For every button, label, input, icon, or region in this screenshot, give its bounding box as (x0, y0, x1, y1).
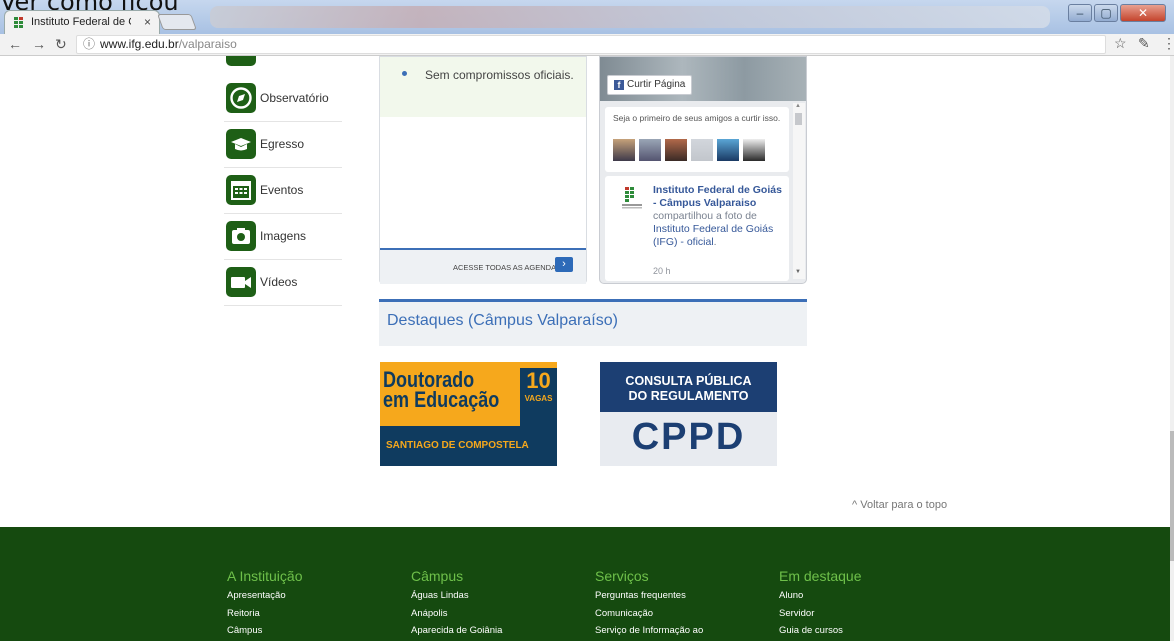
footer-link[interactable]: Serviço de Informação ao (595, 622, 703, 640)
sidebar-item-partial[interactable] (226, 56, 256, 66)
avatar[interactable] (717, 139, 739, 161)
sidebar-item-label: Imagens (260, 229, 307, 243)
avatar[interactable] (639, 139, 661, 161)
bullet-icon (402, 71, 407, 76)
facebook-icon: f (614, 80, 624, 90)
cover-photo: f Curtir Página (600, 57, 806, 101)
url-input[interactable]: ⓘ www.ifg.edu.br/valparaiso (76, 35, 1106, 54)
sidebar-item-imagens[interactable]: Imagens (224, 214, 342, 260)
footer-link[interactable]: Águas Lindas (411, 587, 502, 605)
maximize-button[interactable]: ▢ (1094, 4, 1118, 22)
menu-icon[interactable]: ⋮ (1162, 35, 1174, 52)
chevron-up-icon: ^ (852, 499, 858, 511)
agenda-list: Sem compromissos oficiais. (380, 57, 586, 117)
footer-heading: Em destaque (779, 568, 862, 584)
facebook-page-widget: f Curtir Página Seja o primeiro de seus a… (599, 56, 807, 284)
agenda-item: Sem compromissos oficiais. (425, 68, 574, 82)
footer-heading: Câmpus (411, 568, 464, 584)
address-bar: ← → ↻ ⓘ www.ifg.edu.br/valparaiso ☆ ✎ ⋮ (0, 34, 1174, 56)
footer-heading: A Instituição (227, 568, 303, 584)
agenda-footer: ACESSE TODAS AS AGENDAS › (380, 250, 586, 284)
avatar[interactable] (665, 139, 687, 161)
banner-big-text: CPPD (631, 416, 746, 458)
sidebar-item-eventos[interactable]: Eventos (224, 168, 342, 214)
footer-col-servicos: Serviços Perguntas frequentes Comunicaçã… (595, 568, 703, 640)
bookmark-star-icon[interactable]: ☆ (1114, 35, 1127, 52)
sidebar-item-label: Egresso (260, 137, 305, 151)
graduation-cap-icon (226, 129, 256, 159)
scroll-up-icon[interactable]: ▲ (795, 103, 801, 109)
browser-tab[interactable]: Instituto Federal de Goiá × (4, 10, 160, 34)
footer-link[interactable]: Servidor (779, 605, 862, 623)
post-time: 20 h (653, 266, 671, 276)
info-icon[interactable]: ⓘ (83, 37, 95, 51)
footer-link[interactable]: Apresentação (227, 587, 303, 605)
sidebar-item-label: Vídeos (260, 275, 298, 289)
friends-card: Seja o primeiro de seus amigos a curtir … (605, 107, 789, 172)
ifg-logo-icon (620, 186, 644, 212)
footer-col-campus: Câmpus Águas Lindas Anápolis Aparecida d… (411, 568, 502, 640)
forward-arrow-icon[interactable]: → (32, 36, 46, 52)
footer-col-instituicao: A Instituição Apresentação Reitoria Câmp… (227, 568, 303, 640)
footer-link[interactable]: Aluno (779, 587, 862, 605)
destaques-title: Destaques (Câmpus Valparaíso) (387, 312, 618, 329)
sidebar-item-egresso[interactable]: Egresso (224, 122, 342, 168)
banner-footer: SANTIAGO DE COMPOSTELA (380, 426, 557, 466)
agenda-panel: Sem compromissos oficiais. ACESSE TODAS … (379, 56, 587, 284)
title-bar-background (210, 6, 1050, 28)
banner-title: Doutorado em Educação (383, 367, 500, 412)
footer-heading: Serviços (595, 568, 649, 584)
arrow-right-icon[interactable]: › (555, 257, 573, 272)
banner-consulta-cppd[interactable]: CONSULTA PÚBLICA DO REGULAMENTO CPPD (600, 362, 777, 466)
footer-col-destaque: Em destaque Aluno Servidor Guia de curso… (779, 568, 862, 640)
sidebar-item-observatorio[interactable]: Observatório (224, 76, 342, 122)
facebook-post: Instituto Federal de Goiás - Câmpus Valp… (605, 176, 789, 281)
sidebar-item-label: Eventos (260, 183, 304, 197)
site-footer: A Instituição Apresentação Reitoria Câmp… (0, 527, 1170, 641)
friends-prompt: Seja o primeiro de seus amigos a curtir … (613, 113, 781, 123)
footer-link[interactable]: Perguntas frequentes (595, 587, 703, 605)
footer-link[interactable]: Câmpus (227, 622, 303, 640)
all-agendas-link[interactable]: ACESSE TODAS AS AGENDAS (453, 263, 561, 272)
avatar[interactable] (691, 139, 713, 161)
tab-title: Instituto Federal de Goiá (31, 16, 131, 28)
avatar[interactable] (613, 139, 635, 161)
close-window-button[interactable]: ✕ (1120, 4, 1166, 22)
reload-icon[interactable]: ↻ (55, 36, 67, 53)
banner-doutorado[interactable]: Doutorado em Educação 10 VAGAS SANTIAGO D… (380, 362, 557, 466)
footer-link[interactable]: Aparecida de Goiânia (411, 622, 502, 640)
banner-title: CONSULTA PÚBLICA DO REGULAMENTO (625, 374, 752, 403)
back-arrow-icon[interactable]: ← (8, 36, 22, 52)
sidebar-item-videos[interactable]: Vídeos (224, 260, 342, 306)
footer-link[interactable]: Reitoria (227, 605, 303, 623)
new-tab-button[interactable] (157, 14, 197, 30)
extension-icon[interactable]: ✎ (1138, 35, 1150, 52)
widget-scrollbar[interactable]: ▲ ▼ (793, 103, 805, 279)
footer-link[interactable]: Guia de cursos (779, 622, 862, 640)
camera-icon (226, 221, 256, 251)
like-page-button[interactable]: f Curtir Página (607, 75, 693, 95)
scroll-down-icon[interactable]: ▼ (795, 269, 801, 275)
page-scrollbar[interactable] (1170, 56, 1174, 641)
page-scroll-thumb[interactable] (1170, 431, 1174, 561)
minimize-button[interactable]: – (1068, 4, 1092, 22)
footer-link[interactable]: Anápolis (411, 605, 502, 623)
footer-link[interactable]: Comunicação (595, 605, 703, 623)
sidebar-item-label: Observatório (260, 91, 329, 105)
avatar[interactable] (743, 139, 765, 161)
calendar-icon (226, 175, 256, 205)
banner-header: CONSULTA PÚBLICA DO REGULAMENTO (600, 362, 777, 412)
video-camera-icon (226, 267, 256, 297)
tab-close-icon[interactable]: × (144, 15, 151, 29)
compass-icon (226, 83, 256, 113)
back-to-top-link[interactable]: ^ Voltar para o topo (852, 499, 947, 511)
post-text: Instituto Federal de Goiás - Câmpus Valp… (653, 184, 782, 248)
ifg-favicon-icon (14, 17, 25, 29)
scroll-thumb[interactable] (795, 113, 802, 125)
vagas-badge: 10 VAGAS (520, 368, 557, 426)
